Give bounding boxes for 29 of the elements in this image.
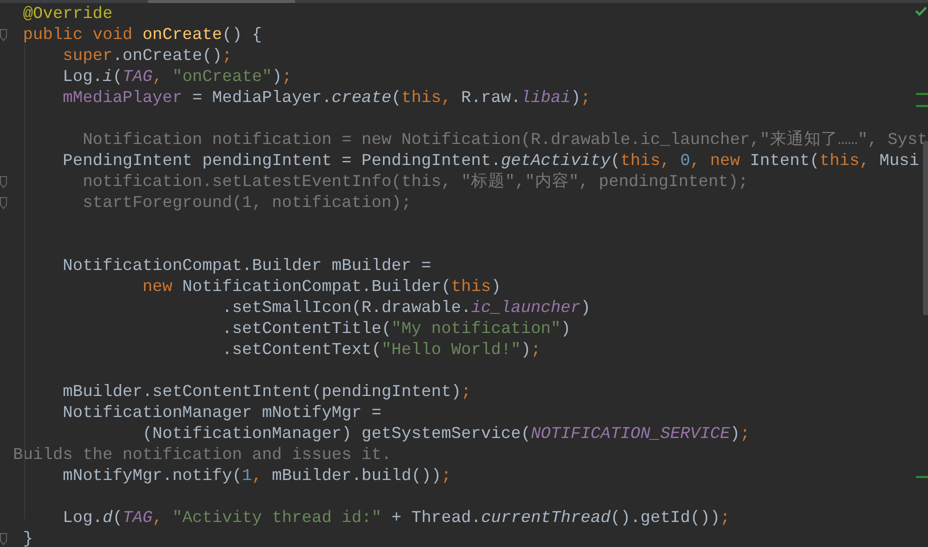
fold-marker-icon[interactable]	[0, 532, 7, 544]
code-line: public void onCreate() {	[22, 24, 262, 45]
code-line: Log.i(TAG, "onCreate");	[62, 66, 292, 87]
change-marker	[916, 476, 928, 478]
code-line: mMediaPlayer = MediaPlayer.create(this, R.raw.libai);	[62, 87, 591, 108]
code-line: .setContentTitle("My notification")	[221, 318, 571, 339]
code-line: Log.d(TAG, "Activity thread id:" + Thread.currentThread().getId());	[62, 507, 730, 528]
code-line: }	[22, 528, 33, 547]
code-line: (NotificationManager) getSystemService(NOTIFICATION_SERVICE);	[141, 423, 750, 444]
code-line: Builds the notification and issues it.	[13, 444, 392, 465]
fold-marker-icon[interactable]	[0, 176, 7, 188]
code-line: .setSmallIcon(R.drawable.ic_launcher)	[221, 297, 591, 318]
change-marker	[916, 93, 928, 95]
change-marker	[916, 105, 928, 107]
code-line: notification.setLatestEventInfo(this, "标题","内容", pendingIntent);	[82, 171, 748, 192]
code-line: .setContentText("Hello World!");	[221, 339, 541, 360]
code-line: Notification notification = new Notification(R.drawable.ic_launcher,"来通知了……", Syst	[82, 129, 928, 150]
code-line: @Override	[22, 3, 113, 24]
code-line: PendingIntent pendingIntent = PendingIntent.getActivity(this, 0, new Intent(this, Musi	[62, 150, 920, 171]
code-line: new NotificationCompat.Builder(this)	[141, 276, 501, 297]
fold-marker-icon[interactable]	[0, 196, 7, 208]
check-icon	[915, 6, 927, 16]
code-line: startForeground(1, notification);	[82, 192, 412, 213]
fold-marker-icon[interactable]	[0, 28, 7, 40]
code-line: super.onCreate();	[62, 45, 232, 66]
code-line: mBuilder.setContentIntent(pendingIntent);	[62, 381, 472, 402]
code-line: NotificationManager mNotifyMgr =	[62, 402, 382, 423]
code-line: mNotifyMgr.notify(1, mBuilder.build());	[62, 465, 452, 486]
code-line: NotificationCompat.Builder mBuilder =	[62, 255, 432, 276]
